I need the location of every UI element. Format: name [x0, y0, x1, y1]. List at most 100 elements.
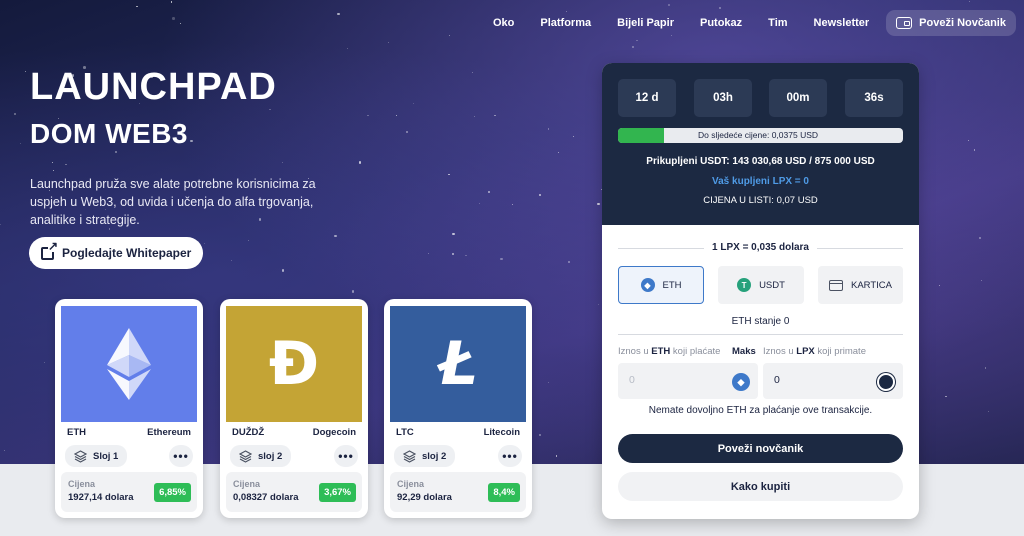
layers-icon: [74, 449, 87, 463]
raised-amount: Prikupljeni USDT: 143 030,68 USD / 875 0…: [646, 156, 875, 167]
star: [718, 6, 722, 10]
price-label: Cijena: [397, 479, 425, 489]
star: [974, 149, 976, 151]
star: [52, 169, 54, 171]
star: [555, 455, 558, 457]
pay-method-usdt[interactable]: T USDT: [718, 266, 804, 304]
presale-progress-bar: Do sljedeće cijene: 0,0375 USD: [618, 128, 903, 143]
pay-method-eth[interactable]: ◆ ETH: [618, 266, 704, 304]
star: [449, 34, 451, 36]
star: [334, 234, 337, 238]
star: [945, 395, 947, 397]
star: [478, 202, 480, 204]
star: [0, 224, 2, 226]
timer-minutes: 00m: [769, 79, 827, 117]
layer-label: sloj 2: [258, 450, 283, 462]
star: [465, 254, 467, 256]
star: [538, 433, 542, 437]
star: [413, 102, 415, 104]
star: [978, 236, 982, 240]
pay-amount-label: Iznos u ETH koji plaćate: [618, 346, 721, 357]
timer-seconds: 36s: [845, 79, 903, 117]
star: [512, 204, 514, 206]
star: [65, 163, 67, 165]
rate-text: 1 LPX = 0,035 dolara: [712, 242, 809, 253]
star: [351, 290, 355, 293]
eth-balance: ETH stanje 0: [731, 316, 790, 327]
listing-price: CIJENA U LISTI: 0,07 USD: [703, 195, 818, 206]
star: [337, 12, 340, 16]
more-options-button[interactable]: •••: [334, 445, 358, 467]
star: [51, 161, 54, 164]
hero-title: LAUNCHPAD: [30, 66, 277, 108]
price-box: Cijena 92,29 dolara 8,4%: [390, 472, 526, 512]
star: [474, 115, 476, 117]
pay-method-label: ETH: [662, 279, 682, 291]
presale-widget: 12 d 03h 00m 36s Do sljedeće cijene: 0,0…: [602, 63, 919, 519]
whitepaper-label: Pogledajte Whitepaper: [62, 246, 192, 260]
coin-symbol: DUŽDŽ: [232, 427, 265, 438]
insufficient-funds-warning: Nemate dovoljno ETH za plaćanje ove tran…: [648, 405, 873, 416]
nav-platforma[interactable]: Platforma: [540, 17, 591, 29]
receive-amount-label: Iznos u LPX koji primate: [763, 346, 866, 357]
price-value: 92,29 dolara: [397, 492, 452, 503]
dogecoin-logo-art: Đ: [226, 306, 362, 422]
nav-oko[interactable]: Oko: [493, 17, 514, 29]
litecoin-icon: Ł: [438, 329, 478, 399]
coin-card-ltc[interactable]: Ł LTC Litecoin sloj 2 ••• Cijena 92,29 do…: [384, 299, 532, 518]
progress-fill: [618, 128, 664, 143]
timer-days: 12 d: [618, 79, 676, 117]
how-to-buy-button[interactable]: Kako kupiti: [618, 472, 903, 501]
nav-newsletter[interactable]: Newsletter: [814, 17, 870, 29]
star: [13, 112, 17, 116]
layer-badge: sloj 2: [394, 445, 456, 467]
star: [136, 5, 138, 8]
star: [968, 0, 971, 3]
receive-amount-value: 0: [774, 374, 780, 386]
coin-name: Dogecoin: [312, 427, 356, 438]
coin-name: Ethereum: [147, 427, 191, 438]
price-label: Cijena: [233, 479, 261, 489]
star: [114, 150, 118, 154]
eth-icon: ◆: [640, 278, 655, 292]
ethereum-logo-art: [61, 306, 197, 422]
nav-bijeli-papir[interactable]: Bijeli Papir: [617, 17, 674, 29]
star: [24, 71, 27, 73]
star: [448, 173, 450, 175]
coin-card-doge[interactable]: Đ DUŽDŽ Dogecoin sloj 2 ••• Cijena 0,0832…: [220, 299, 368, 518]
coin-card-eth[interactable]: ETH Ethereum Sloj 1 ••• Cijena 1927,14 do…: [55, 299, 203, 518]
more-options-button[interactable]: •••: [169, 445, 193, 467]
star: [281, 162, 283, 164]
connect-wallet-button[interactable]: Poveži Novčanik: [886, 10, 1016, 36]
star: [667, 3, 670, 7]
max-button[interactable]: Maks: [732, 346, 756, 357]
star: [395, 114, 398, 117]
connect-wallet-label: Poveži Novčanik: [919, 17, 1006, 29]
star: [172, 17, 175, 20]
pay-amount-input[interactable]: 0 ◆: [618, 363, 758, 399]
change-badge: 3,67%: [319, 483, 356, 502]
dogecoin-icon: Đ: [268, 329, 320, 399]
eth-icon: ◆: [732, 373, 750, 391]
star: [170, 1, 172, 3]
receive-amount-input[interactable]: 0: [763, 363, 903, 399]
whitepaper-button[interactable]: Pogledajte Whitepaper: [29, 237, 204, 269]
nav-putokaz[interactable]: Putokaz: [700, 17, 742, 29]
star: [557, 151, 560, 154]
star: [247, 240, 249, 242]
connect-wallet-widget-button[interactable]: Poveži novčanik: [618, 434, 903, 463]
star: [387, 41, 389, 43]
hero-description: Launchpad pruža sve alate potrebne koris…: [30, 177, 316, 227]
star: [452, 232, 455, 236]
pay-method-label: USDT: [759, 279, 785, 291]
divider: [618, 334, 903, 335]
top-nav: Oko Platforma Bijeli Papir Putokaz Tim N…: [480, 10, 1016, 36]
credit-card-icon: [828, 279, 843, 291]
star: [451, 252, 455, 256]
star: [204, 242, 206, 244]
more-options-button[interactable]: •••: [498, 445, 522, 467]
nav-tim[interactable]: Tim: [768, 17, 787, 29]
star: [190, 139, 193, 143]
pay-method-card[interactable]: KARTICA: [818, 266, 903, 304]
price-box: Cijena 0,08327 dolara 3,67%: [226, 472, 362, 512]
